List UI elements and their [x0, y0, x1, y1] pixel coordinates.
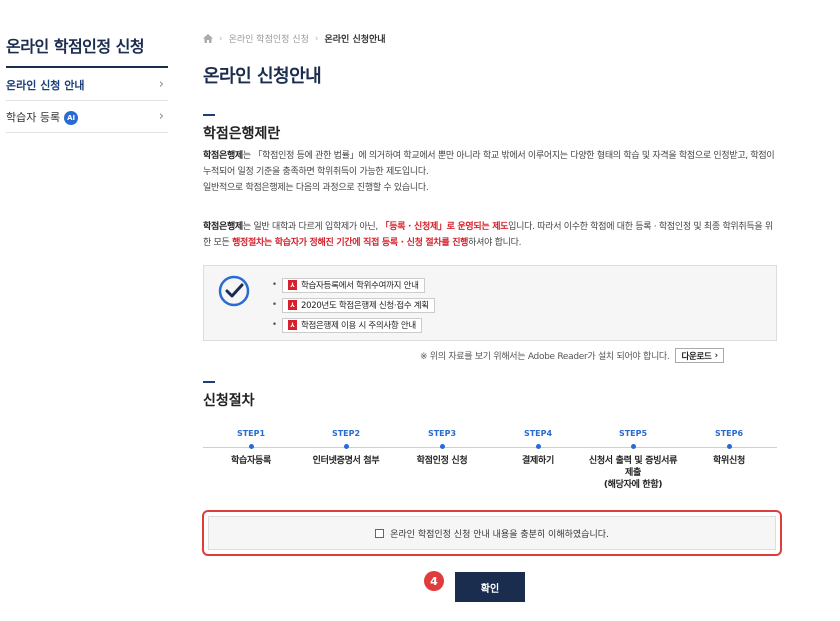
chevron-right-icon: ›	[314, 33, 319, 44]
sidebar-item-label: 학습자 등록	[6, 110, 61, 124]
section-marker	[203, 381, 215, 383]
step-label: STEP6	[714, 429, 744, 438]
step-name: 인터넷증명서 첨부	[312, 456, 380, 466]
step-dot	[439, 444, 445, 449]
intro-text: 는 「학점인정 등에 관한 법률」에 의거하여 학교에서 뿐만 아니라 학교 밖…	[203, 151, 775, 177]
agreement-highlight: 온라인 학점인정 신청 안내 내용을 충분히 이해하였습니다.	[202, 510, 782, 556]
term-credit-bank: 학점은행제	[203, 222, 243, 232]
list-item: • ⅄ 2020년도 학점은행제 신청·접수 계획	[272, 296, 435, 314]
download-label: 다운로드	[681, 351, 712, 362]
documents-box: • ⅄ 학습자등록에서 학위수여까지 안내 • ⅄ 2020년도 학점은행제 신…	[203, 265, 777, 341]
pdf-icon: ⅄	[288, 280, 297, 290]
confirm-button[interactable]: 확인	[455, 572, 525, 602]
agreement-text: 온라인 학점인정 신청 안내 내용을 충분히 이해하였습니다.	[390, 529, 609, 540]
step-label: STEP4	[523, 429, 553, 438]
bullet: •	[272, 280, 278, 290]
list-item: • ⅄ 학습자등록에서 학위수여까지 안내	[272, 276, 435, 294]
step-dot	[726, 444, 732, 449]
step-label: STEP1	[236, 429, 266, 438]
step-1: STEP1 학습자등록	[201, 429, 301, 467]
document-title: 학점은행제 이용 시 주의사항 안내	[301, 321, 416, 331]
step-name: 학점인정 신청	[416, 456, 468, 466]
step-dot	[630, 444, 636, 449]
step-name: 결제하기	[522, 456, 554, 466]
step-4: STEP4 결제하기	[488, 429, 588, 467]
bullet: •	[272, 320, 278, 330]
section-title-credit-bank: 학점은행제란	[203, 126, 281, 142]
step-dot	[248, 444, 254, 449]
step-label: STEP2	[331, 429, 361, 438]
sidebar-item-label: 온라인 신청 안내	[6, 78, 85, 92]
step-number-badge: 4	[424, 571, 444, 591]
document-title: 2020년도 학점은행제 신청·접수 계획	[301, 301, 429, 311]
home-icon[interactable]	[203, 34, 213, 43]
adobe-reader-note: ※ 위의 자료를 보기 위해서는 Adobe Reader가 설치 되어야 합니…	[420, 348, 724, 363]
notice-text-a: 는 일반 대학과 다르게 입학제가 아닌,	[242, 222, 381, 232]
notice-paragraph: 학점은행제는 일반 대학과 다르게 입학제가 아닌, 「등록 · 신청제」로 운…	[203, 219, 778, 251]
agreement-checkbox[interactable]	[375, 528, 385, 538]
pdf-icon: ⅄	[288, 320, 297, 330]
sidebar-title: 온라인 학점인정 신청	[6, 37, 145, 56]
section-marker	[203, 114, 215, 116]
document-title: 학습자등록에서 학위수여까지 안내	[301, 281, 419, 291]
intro-line3: 일반적으로 학점은행제는 다음의 과정으로 진행할 수 있습니다.	[203, 183, 429, 193]
step-6: STEP6 학위신청	[679, 429, 779, 467]
step-name: 학습자등록	[231, 456, 271, 466]
section-title-procedure: 신청절차	[203, 393, 255, 409]
chevron-right-icon: ›	[158, 109, 164, 124]
check-circle-icon	[218, 275, 250, 307]
sidebar-item-label-wrap: 학습자 등록 AI	[6, 109, 79, 125]
sidebar-divider	[6, 66, 168, 68]
bullet: •	[272, 300, 278, 310]
download-button[interactable]: 다운로드 ›	[675, 348, 724, 363]
step-2: STEP2 인터넷증명서 첨부	[296, 429, 396, 467]
intro-paragraph: 학점은행제는 「학점인정 등에 관한 법률」에 의거하여 학교에서 뿐만 아니라…	[203, 148, 778, 196]
step-3: STEP3 학점인정 신청	[392, 429, 492, 467]
chevron-right-icon: ›	[158, 77, 164, 92]
notice-highlight-2: 행정절차는 학습자가 정해진 기간에 직접 등록 · 신청 절차를 진행	[232, 238, 469, 248]
step-dot	[535, 444, 541, 449]
list-item: • ⅄ 학점은행제 이용 시 주의사항 안내	[272, 316, 435, 334]
notice-text-c: 하셔야 합니다.	[468, 238, 522, 248]
step-label: STEP3	[427, 429, 457, 438]
document-download-link[interactable]: ⅄ 2020년도 학점은행제 신청·접수 계획	[282, 297, 435, 313]
page-title: 온라인 신청안내	[203, 66, 322, 87]
step-dot	[343, 444, 349, 449]
breadcrumb-current: 온라인 신청안내	[324, 35, 386, 45]
term-credit-bank: 학점은행제	[203, 151, 243, 161]
step-name: 학위신청	[713, 456, 745, 466]
document-list: • ⅄ 학습자등록에서 학위수여까지 안내 • ⅄ 2020년도 학점은행제 신…	[272, 276, 435, 336]
document-download-link[interactable]: ⅄ 학습자등록에서 학위수여까지 안내	[282, 277, 425, 293]
breadcrumb: › 온라인 학점인정 신청 › 온라인 신청안내	[203, 32, 386, 45]
chevron-right-icon: ›	[714, 350, 719, 361]
sidebar-item-learner-registration[interactable]: 학습자 등록 AI ›	[6, 101, 168, 133]
sidebar-item-online-guide[interactable]: 온라인 신청 안내 ›	[6, 69, 168, 101]
breadcrumb-parent[interactable]: 온라인 학점인정 신청	[229, 32, 309, 45]
step-label: STEP5	[618, 429, 648, 438]
step-5: STEP5 신청서 출력 및 증빙서류 제출 (해당자에 한함)	[583, 429, 683, 491]
agreement-box[interactable]: 온라인 학점인정 신청 안내 내용을 충분히 이해하였습니다.	[208, 516, 776, 550]
ai-badge: AI	[64, 110, 79, 125]
notice-highlight-1: 「등록 · 신청제」로 운영되는 제도	[380, 222, 509, 232]
chevron-right-icon: ›	[219, 33, 223, 44]
pdf-icon: ⅄	[288, 300, 297, 310]
document-download-link[interactable]: ⅄ 학점은행제 이용 시 주의사항 안내	[282, 317, 422, 333]
step-name: 신청서 출력 및 증빙서류 제출 (해당자에 한함)	[588, 456, 678, 490]
adobe-note-text: ※ 위의 자료를 보기 위해서는 Adobe Reader가 설치 되어야 합니…	[420, 352, 670, 362]
